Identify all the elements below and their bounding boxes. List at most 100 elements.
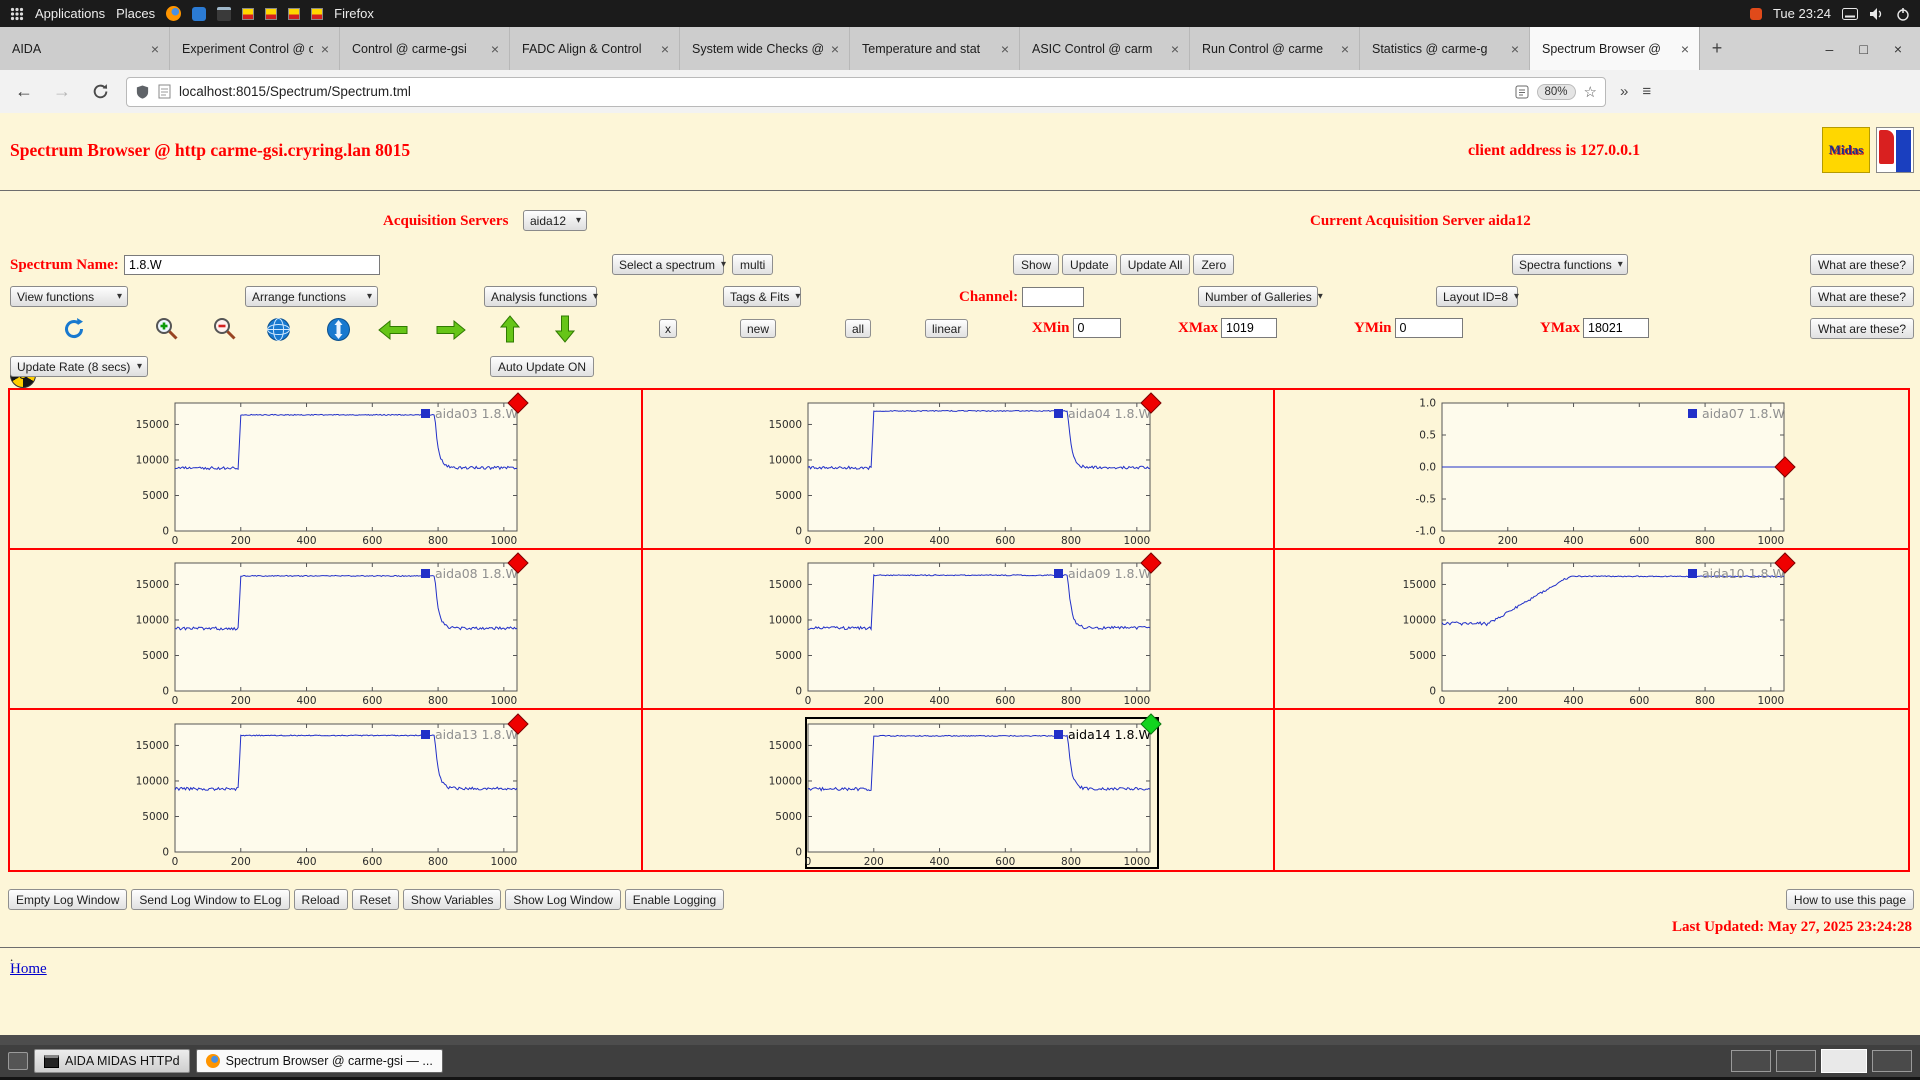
new-button[interactable]: new (740, 319, 776, 338)
browser-tab-experiment-control[interactable]: Experiment Control @ c× (170, 27, 340, 70)
spectrum-panel-aida03[interactable]: 05000100001500002004006008001000aida03 1… (10, 390, 643, 550)
workspace-1[interactable] (1731, 1050, 1771, 1072)
browser-tab-control[interactable]: Control @ carme-gsi× (340, 27, 510, 70)
all-button[interactable]: all (845, 319, 871, 338)
show-desktop-icon[interactable] (8, 1052, 28, 1070)
keyboard-layout-icon[interactable] (1842, 8, 1858, 20)
bookmark-star-icon[interactable]: ☆ (1584, 83, 1597, 101)
window-maximize-button[interactable]: □ (1859, 41, 1867, 57)
what-are-these-button-2[interactable]: What are these? (1810, 286, 1914, 307)
reset-button[interactable]: Reset (352, 889, 399, 910)
enable-logging-button[interactable]: Enable Logging (625, 889, 724, 910)
browser-tab-statistics[interactable]: Statistics @ carme-g× (1360, 27, 1530, 70)
globe-icon[interactable] (266, 317, 291, 342)
page-info-icon[interactable] (158, 84, 171, 99)
url-bar[interactable]: localhost:8015/Spectrum/Spectrum.tml 80%… (126, 77, 1606, 107)
spectrum-panel-aida09[interactable]: 05000100001500002004006008001000aida09 1… (643, 550, 1276, 710)
select-spectrum-dropdown[interactable]: Select a spectrum▾ (612, 254, 724, 275)
browser-tab-aida[interactable]: AIDA× (0, 27, 170, 70)
reload-page-button[interactable]: Reload (294, 889, 348, 910)
show-button[interactable]: Show (1013, 254, 1059, 275)
arrow-up-icon[interactable] (498, 314, 522, 344)
workspace-3[interactable] (1821, 1049, 1867, 1073)
analysis-functions-dropdown[interactable]: Analysis functions▾ (484, 286, 597, 307)
acq-server-select[interactable]: aida12▾ (523, 210, 587, 231)
update-button[interactable]: Update (1062, 254, 1117, 275)
url-text[interactable]: localhost:8015/Spectrum/Spectrum.tml (179, 84, 411, 99)
reader-mode-icon[interactable] (1515, 85, 1529, 99)
zoom-out-icon[interactable] (211, 315, 238, 342)
spectrum-panel-aida14[interactable]: 05000100001500002004006008001000aida14 1… (643, 710, 1276, 870)
home-link[interactable]: Home (10, 961, 47, 978)
taskbar-item-midas-httpd[interactable]: AIDA MIDAS HTTPd (34, 1049, 190, 1073)
recording-indicator-icon[interactable] (1750, 8, 1762, 20)
browser-tab-system-checks[interactable]: System wide Checks @× (680, 27, 850, 70)
workspace-4[interactable] (1872, 1050, 1912, 1072)
back-button[interactable]: ← (12, 81, 36, 102)
channel-input[interactable] (1022, 287, 1084, 307)
midas-window-icon[interactable] (311, 8, 323, 20)
tab-close-icon[interactable]: × (999, 41, 1011, 57)
new-tab-button[interactable]: + (1700, 27, 1734, 70)
midas-window-icon[interactable] (288, 8, 300, 20)
tab-close-icon[interactable]: × (1339, 41, 1351, 57)
multi-button[interactable]: multi (732, 254, 773, 275)
tab-close-icon[interactable]: × (489, 41, 501, 57)
volume-icon[interactable] (1869, 7, 1885, 21)
firefox-icon[interactable] (166, 6, 181, 21)
browser-tab-fadc[interactable]: FADC Align & Control× (510, 27, 680, 70)
empty-log-button[interactable]: Empty Log Window (8, 889, 127, 910)
spectrum-panel-aida13[interactable]: 05000100001500002004006008001000aida13 1… (10, 710, 643, 870)
clock[interactable]: Tue 23:24 (1773, 6, 1831, 21)
what-are-these-button-1[interactable]: What are these? (1810, 254, 1914, 275)
spectrum-panel-aida08[interactable]: 05000100001500002004006008001000aida08 1… (10, 550, 643, 710)
tab-close-icon[interactable]: × (1169, 41, 1181, 57)
ymax-input[interactable] (1583, 318, 1649, 338)
terminal-icon[interactable] (217, 7, 231, 21)
power-icon[interactable] (1896, 7, 1910, 21)
browser-tab-asic[interactable]: ASIC Control @ carm× (1020, 27, 1190, 70)
arrow-right-icon[interactable] (435, 318, 467, 342)
arrange-functions-dropdown[interactable]: Arrange functions▾ (245, 286, 378, 307)
x-button[interactable]: x (659, 319, 677, 338)
spectrum-name-input[interactable] (124, 255, 380, 275)
num-galleries-dropdown[interactable]: Number of Galleries▾ (1198, 286, 1318, 307)
show-log-window-button[interactable]: Show Log Window (505, 889, 620, 910)
globe-arrows-icon[interactable] (326, 317, 351, 342)
overflow-icon[interactable]: » (1620, 83, 1628, 100)
what-are-these-button-3[interactable]: What are these? (1810, 318, 1914, 339)
browser-tab-run-control[interactable]: Run Control @ carme× (1190, 27, 1360, 70)
browser-tab-spectrum-browser[interactable]: Spectrum Browser @× (1530, 27, 1700, 70)
browser-tab-temperature[interactable]: Temperature and stat× (850, 27, 1020, 70)
arrow-left-icon[interactable] (377, 318, 409, 342)
tab-close-icon[interactable]: × (1509, 41, 1521, 57)
zero-button[interactable]: Zero (1193, 254, 1234, 275)
tab-close-icon[interactable]: × (319, 41, 331, 57)
midas-window-icon[interactable] (242, 8, 254, 20)
tab-close-icon[interactable]: × (1679, 41, 1691, 57)
tab-close-icon[interactable]: × (149, 41, 161, 57)
refresh-icon[interactable] (61, 316, 87, 342)
tab-close-icon[interactable]: × (659, 41, 671, 57)
spectrum-panel-aida04[interactable]: 05000100001500002004006008001000aida04 1… (643, 390, 1276, 550)
send-log-elog-button[interactable]: Send Log Window to ELog (131, 889, 289, 910)
xmin-input[interactable] (1073, 318, 1121, 338)
update-rate-dropdown[interactable]: Update Rate (8 secs)▾ (10, 356, 148, 377)
auto-update-button[interactable]: Auto Update ON (490, 356, 594, 377)
show-variables-button[interactable]: Show Variables (403, 889, 502, 910)
window-minimize-button[interactable]: – (1826, 41, 1834, 57)
tags-fits-dropdown[interactable]: Tags & Fits▾ (723, 286, 801, 307)
midas-window-icon[interactable] (265, 8, 277, 20)
arrow-down-icon[interactable] (553, 314, 577, 344)
window-close-button[interactable]: × (1894, 41, 1902, 57)
apps-grid-icon[interactable] (10, 7, 24, 21)
taskbar-item-spectrum-browser[interactable]: Spectrum Browser @ carme-gsi — ... (196, 1049, 443, 1073)
reload-button[interactable] (88, 83, 112, 100)
menu-places[interactable]: Places (116, 6, 155, 21)
view-functions-dropdown[interactable]: View functions▾ (10, 286, 128, 307)
workspace-2[interactable] (1776, 1050, 1816, 1072)
spectrum-panel-aida07[interactable]: 1.00.50.0-0.5-1.002004006008001000aida07… (1275, 390, 1908, 550)
tab-close-icon[interactable]: × (829, 41, 841, 57)
spectra-functions-dropdown[interactable]: Spectra functions▾ (1512, 254, 1628, 275)
linear-button[interactable]: linear (925, 319, 968, 338)
